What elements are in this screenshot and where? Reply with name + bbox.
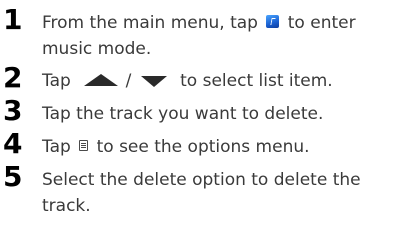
step-text-after-icon: to select list item. [180,71,333,91]
step-text-line-1: Tap the track you want to delete. [42,104,324,124]
step-number: 5 [3,160,23,193]
step-text-after-icon: to enter [287,13,356,33]
step-text: Tap the track you want to delete. [42,101,417,127]
step-text-before-icon: Tap [42,137,71,157]
step-text: Tap / to select list item. [42,68,417,94]
step-text: From the main menu, tap to enter music m… [42,10,417,62]
options-menu-icon [79,139,89,151]
step-text: Select the delete option to delete the t… [42,167,417,219]
down-arrow-icon [140,75,167,87]
step-number: 2 [3,61,23,94]
icon-separator: / [125,71,132,91]
music-mode-icon [266,14,280,28]
step-text-before-icon: Tap [42,71,71,91]
instruction-steps: 1 From the main menu, tap to enter music… [0,0,419,243]
step-text-after-icon: to see the options menu. [96,137,310,157]
step-text: Tap to see the options menu. [42,134,417,160]
up-arrow-icon [84,74,119,86]
step-text-before-icon: From the main menu, tap [42,13,258,33]
step-text-line-2: music mode. [42,39,152,59]
step-number: 1 [3,3,23,36]
step-text-line-1: Select the delete option to delete the [42,170,361,190]
step-number: 3 [3,94,23,127]
step-number: 4 [3,127,23,160]
step-text-line-2: track. [42,196,91,216]
